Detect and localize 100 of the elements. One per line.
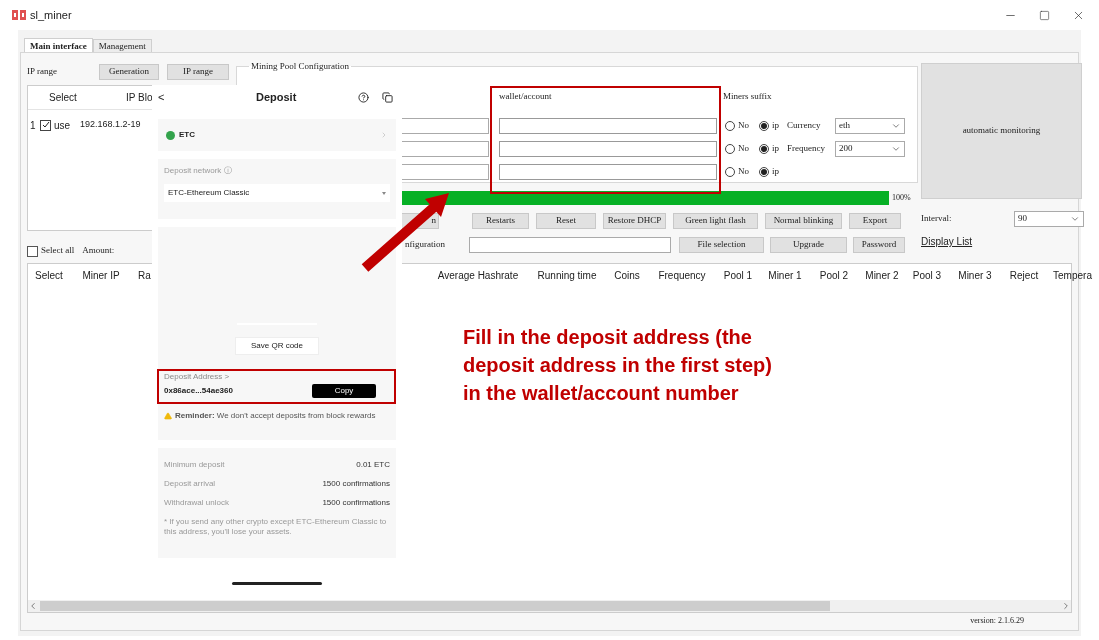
action-button[interactable]: Reset xyxy=(536,213,596,229)
column-header: Select xyxy=(34,268,64,283)
column-header: Select xyxy=(48,91,78,105)
interval-label: Interval: xyxy=(921,212,952,226)
save-qr-button[interactable]: Save QR code xyxy=(235,337,319,355)
radio-label: No xyxy=(738,164,749,178)
configuration-button[interactable]: Upgrade xyxy=(770,237,847,253)
chevron-icon xyxy=(380,131,388,139)
action-button[interactable]: Green light flash xyxy=(673,213,758,229)
radio-button[interactable] xyxy=(725,120,735,131)
radio-label: No xyxy=(738,118,749,132)
column-header: Miner 3 xyxy=(957,268,993,283)
action-button[interactable]: Restarts xyxy=(472,213,529,229)
wallet-account-header: wallet/account xyxy=(499,90,553,103)
generation-button[interactable]: Generation xyxy=(99,64,159,80)
scrollbar-thumb[interactable] xyxy=(40,601,830,611)
setting-dropdown[interactable]: eth xyxy=(835,117,905,134)
copy-button[interactable]: Copy xyxy=(312,384,376,398)
input-field[interactable] xyxy=(401,117,489,134)
interval-dropdown[interactable]: 90 xyxy=(1014,211,1084,227)
detail-value: 1500 confirmations xyxy=(322,479,390,489)
column-header: Frequency xyxy=(657,268,707,283)
reminder-text: Reminder: We don't accept deposits from block rewards xyxy=(175,410,376,422)
radio-label: ip xyxy=(772,164,779,178)
automatic-monitoring-button[interactable]: automatic monitoring xyxy=(921,63,1082,199)
coin-name: ETC xyxy=(179,129,195,141)
radio-button[interactable] xyxy=(759,120,769,131)
configuration-button[interactable]: Password xyxy=(853,237,905,253)
select-all-label: Select all xyxy=(41,244,75,258)
network-dropdown[interactable]: ETC-Ethereum Classic xyxy=(164,184,390,202)
deposit-title: Deposit xyxy=(256,89,297,105)
row-number: 1 xyxy=(29,118,37,133)
column-header: Pool 2 xyxy=(818,268,850,283)
version-label: version: 2.1.6.29 xyxy=(970,615,1024,627)
radio-label: ip xyxy=(772,118,779,132)
column-header: Coins xyxy=(613,268,641,283)
configuration-input[interactable] xyxy=(469,237,671,253)
configuration-button[interactable]: File selection xyxy=(679,237,764,253)
maximize-icon[interactable] xyxy=(1039,9,1050,21)
setting-label: Currency xyxy=(787,118,822,132)
wallet-input[interactable] xyxy=(499,140,717,157)
help-icon[interactable] xyxy=(358,91,370,103)
detail-value: 1500 confirmations xyxy=(322,498,390,508)
column-header: Miner 2 xyxy=(864,268,900,283)
table-cell: 192.168.1.2-19 xyxy=(80,118,141,132)
network-label: Deposit network ⓘ xyxy=(164,165,233,177)
coin-selector[interactable]: ETC xyxy=(158,119,396,151)
warning-icon xyxy=(164,412,172,420)
action-button[interactable]: Normal blinking xyxy=(765,213,842,229)
action-button[interactable]: Export xyxy=(849,213,901,229)
detail-label: Withdrawal unlock xyxy=(164,498,229,508)
detail-label: Deposit arrival xyxy=(164,479,216,489)
coin-icon xyxy=(166,130,175,140)
setting-dropdown[interactable]: 200 xyxy=(835,140,905,157)
app-logo-icon xyxy=(12,10,26,20)
column-header: Average Hashrate xyxy=(436,268,520,283)
checkbox[interactable] xyxy=(27,245,38,257)
progress-reading: 100% xyxy=(892,192,911,204)
tab[interactable]: Main interface xyxy=(24,38,93,52)
document-icon[interactable] xyxy=(382,91,394,103)
dropdown-arrow-icon xyxy=(382,191,386,195)
column-header: Pool 3 xyxy=(911,268,943,283)
ip-range-button[interactable]: IP range xyxy=(167,64,229,80)
horizontal-scrollbar[interactable] xyxy=(28,600,1071,612)
group-title: Mining Pool Configuration xyxy=(250,60,350,73)
radio-button[interactable] xyxy=(725,143,735,154)
wallet-input[interactable] xyxy=(499,117,717,134)
display-list-link[interactable]: Display List xyxy=(921,234,1084,249)
annotation-text: Fill in the deposit address (the deposit address in the first step) in the wallet/account number xyxy=(463,325,773,406)
table-cell-text: use xyxy=(54,118,72,133)
tab[interactable]: Management xyxy=(92,39,152,52)
radio-button[interactable] xyxy=(725,166,735,177)
column-header: Miner 1 xyxy=(767,268,803,283)
radio-button[interactable] xyxy=(759,143,769,154)
wallet-input[interactable] xyxy=(499,163,717,180)
amount-label: Amount: xyxy=(82,244,115,258)
input-field[interactable] xyxy=(401,163,489,180)
radio-button[interactable] xyxy=(759,166,769,177)
column-header: Tempera xyxy=(1052,268,1093,283)
radio-label: No xyxy=(738,141,749,155)
miners-suffix-header: Miners suffix xyxy=(723,90,772,103)
detail-label: Minimum deposit xyxy=(164,460,225,470)
window-title: sl_miner xyxy=(30,7,72,23)
column-header: IP Blo xyxy=(126,91,153,105)
ip-range-label: IP range xyxy=(27,65,58,79)
action-button[interactable]: Restore DHCP xyxy=(603,213,666,229)
configuration-label: nfiguration xyxy=(405,238,446,252)
deposit-address: 0x86ace...54ae360 xyxy=(164,385,233,397)
column-header: Miner IP xyxy=(81,268,121,283)
setting-label: Frequency xyxy=(787,141,826,155)
column-header: Pool 1 xyxy=(722,268,754,283)
address-label: Deposit Address > xyxy=(164,372,231,382)
detail-value: 0.01 ETC xyxy=(356,460,390,470)
input-field[interactable] xyxy=(401,140,489,157)
warning-note: * If you send any other crypto except ETC-Ethereum Classic to this address, you'll lose your assets. xyxy=(164,517,388,537)
column-header: Ra xyxy=(137,268,152,283)
column-header: Running time xyxy=(536,268,598,283)
checkbox[interactable] xyxy=(40,119,51,131)
back-button[interactable]: < xyxy=(158,88,174,106)
radio-label: ip xyxy=(772,141,779,155)
